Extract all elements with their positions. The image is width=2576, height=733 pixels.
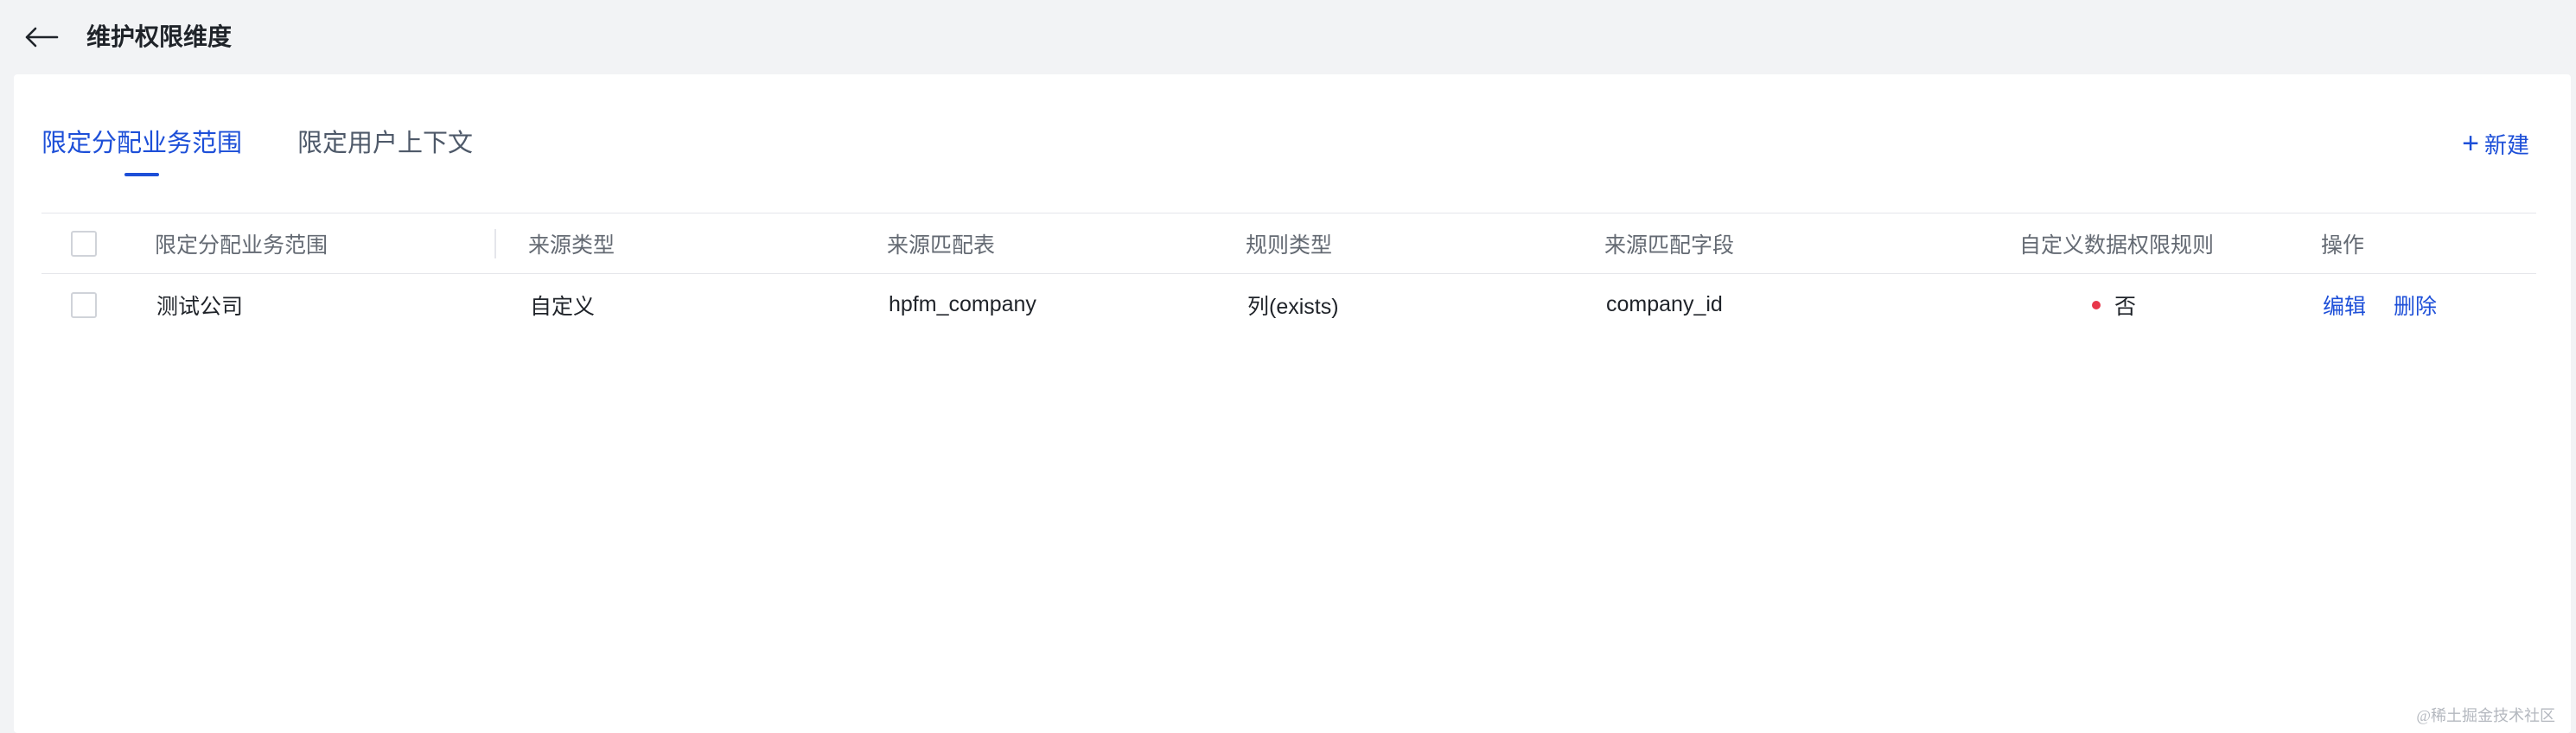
tab-label: 限定用户上下文 [297, 130, 474, 157]
cell-custom-rule: 否 [2092, 274, 2136, 335]
cell-actions: 编辑 删除 [2323, 274, 2437, 335]
cell-source-field: company_id [1606, 292, 1723, 316]
cell-scope: 测试公司 [156, 294, 244, 319]
tab-bar: 限定分配业务范围 限定用户上下文 [41, 118, 473, 176]
top-bar: 维护权限维度 [0, 0, 2576, 74]
column-resize-handle[interactable] [494, 229, 496, 258]
dimension-table: 限定分配业务范围 来源类型 来源匹配表 规则类型 来源匹配字段 自定义数据权限规… [41, 213, 2536, 335]
delete-link[interactable]: 删除 [2394, 290, 2437, 321]
new-button-label: 新建 [2484, 131, 2529, 158]
select-all-cell [71, 214, 97, 273]
new-button[interactable]: + 新建 [2462, 118, 2529, 169]
column-header-rule-type: 规则类型 [1246, 233, 1333, 258]
edit-link[interactable]: 编辑 [2323, 290, 2366, 321]
column-header-custom-rule: 自定义数据权限规则 [2019, 233, 2215, 258]
column-header-source-table: 来源匹配表 [887, 233, 996, 258]
tab-label: 限定分配业务范围 [41, 130, 243, 157]
plus-icon: + [2462, 127, 2479, 160]
tab-user-context[interactable]: 限定用户上下文 [297, 118, 473, 169]
table-header: 限定分配业务范围 来源类型 来源匹配表 规则类型 来源匹配字段 自定义数据权限规… [41, 213, 2536, 273]
table-row: 测试公司 自定义 hpfm_company 列(exists) company_… [41, 273, 2536, 335]
custom-rule-value: 否 [2114, 294, 2137, 319]
select-all-checkbox[interactable] [71, 230, 97, 257]
main-card: 限定分配业务范围 限定用户上下文 + 新建 限定分配业务范围 来源类型 来源匹配… [14, 74, 2571, 733]
cell-source-type: 自定义 [530, 294, 596, 319]
column-header-actions: 操作 [2321, 233, 2365, 258]
column-header-scope[interactable]: 限定分配业务范围 [155, 214, 328, 273]
tab-business-scope[interactable]: 限定分配业务范围 [41, 118, 243, 176]
cell-rule-type: 列(exists) [1247, 294, 1339, 319]
row-select-cell [71, 274, 97, 335]
watermark: @稀土掘金技术社区 [2416, 707, 2555, 724]
back-button[interactable] [21, 19, 62, 55]
row-checkbox[interactable] [71, 291, 97, 318]
arrow-left-icon [25, 27, 59, 48]
status-dot [2092, 300, 2101, 309]
column-header-source-field: 来源匹配字段 [1604, 233, 1735, 258]
page-title: 维护权限维度 [86, 23, 233, 50]
active-tab-indicator [124, 173, 159, 176]
column-header-source-type: 来源类型 [528, 233, 615, 258]
cell-source-table: hpfm_company [889, 292, 1036, 316]
